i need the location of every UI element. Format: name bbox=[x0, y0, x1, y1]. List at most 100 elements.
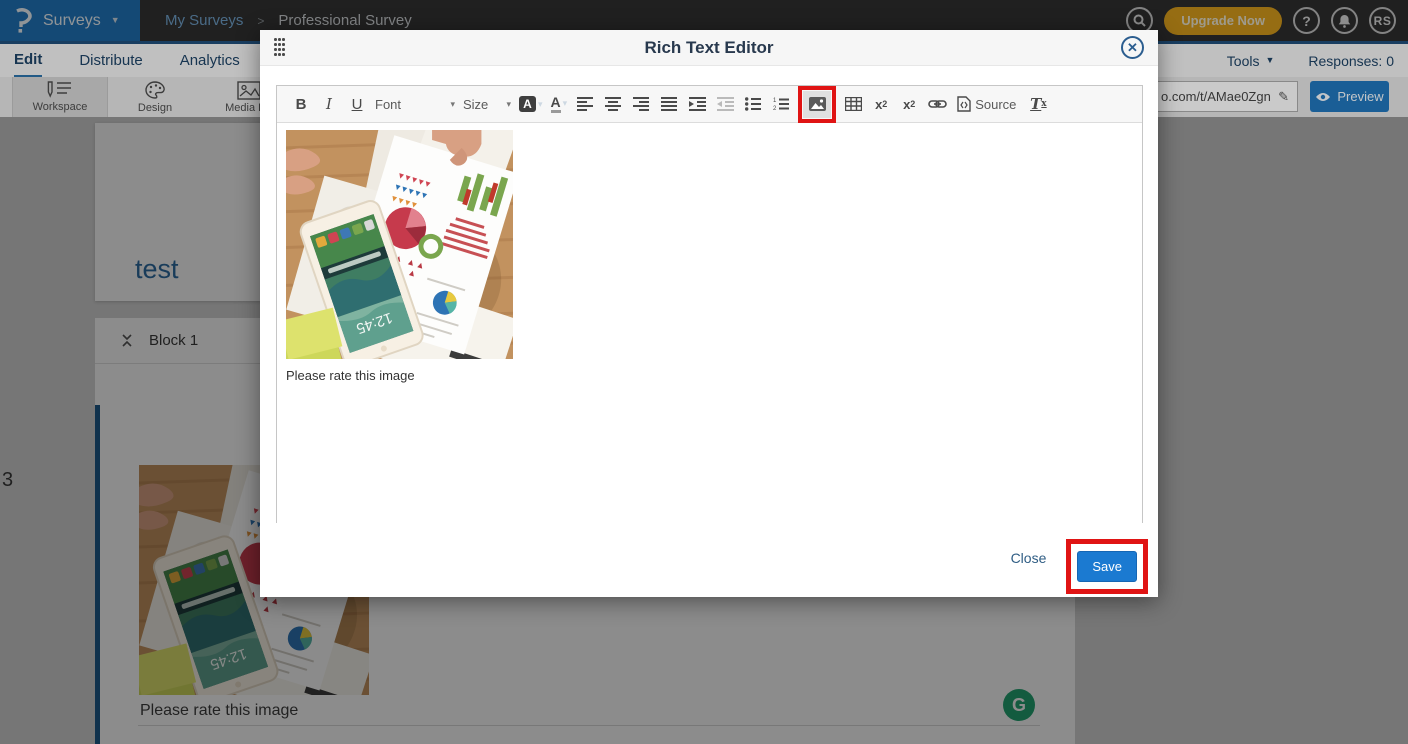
chevron-down-icon: ▼ bbox=[111, 16, 120, 25]
product-switcher[interactable]: Surveys ▼ bbox=[0, 0, 140, 41]
justify-icon bbox=[661, 97, 677, 111]
grammarly-glyph: G bbox=[1012, 695, 1026, 716]
size-label: Size bbox=[463, 97, 488, 112]
block-label: Block 1 bbox=[149, 332, 198, 349]
tools-menu[interactable]: Tools ▼ bbox=[1227, 53, 1275, 69]
text-color-button[interactable]: A ▾ bbox=[551, 95, 568, 113]
rich-text-editor-modal: Rich Text Editor ✕ B I U Font ▾ Size ▾ A… bbox=[260, 30, 1158, 597]
underline-button[interactable]: U bbox=[345, 90, 370, 118]
chevron-down-icon: ▾ bbox=[506, 100, 511, 109]
font-label: Font bbox=[375, 97, 401, 112]
notifications-button[interactable] bbox=[1331, 7, 1358, 34]
ribbon-item-workspace[interactable]: Workspace bbox=[12, 77, 108, 117]
subscript-glyph: x bbox=[875, 97, 882, 112]
divider bbox=[138, 725, 1040, 726]
superscript-button[interactable]: x2 bbox=[897, 90, 922, 118]
question-number: 3 bbox=[2, 469, 13, 492]
close-icon[interactable]: ✕ bbox=[1121, 36, 1144, 59]
modal-header: Rich Text Editor ✕ bbox=[260, 30, 1158, 66]
size-dropdown[interactable]: Size ▾ bbox=[463, 91, 511, 117]
eye-icon bbox=[1315, 92, 1331, 102]
ribbon-item-design[interactable]: Design bbox=[108, 77, 202, 117]
survey-title-text[interactable]: test bbox=[135, 254, 179, 285]
remove-format-button[interactable]: Tx bbox=[1026, 90, 1051, 118]
outdent-button bbox=[713, 90, 738, 118]
image-icon bbox=[809, 97, 826, 111]
save-button[interactable]: Save bbox=[1077, 551, 1137, 582]
tab-edit[interactable]: Edit bbox=[14, 44, 42, 77]
breadcrumb-my-surveys[interactable]: My Surveys bbox=[165, 12, 243, 29]
user-avatar[interactable]: RS bbox=[1369, 7, 1396, 34]
tab-distribute[interactable]: Distribute bbox=[79, 44, 142, 77]
insert-table-button[interactable] bbox=[841, 90, 866, 118]
text-color-icon: A bbox=[551, 95, 561, 113]
svg-text:1: 1 bbox=[773, 98, 777, 104]
background-color-button[interactable]: A ▾ bbox=[519, 96, 543, 112]
preview-label: Preview bbox=[1337, 89, 1383, 104]
bold-button[interactable]: B bbox=[289, 90, 314, 118]
preview-button[interactable]: Preview bbox=[1310, 81, 1389, 112]
content-text[interactable]: Please rate this image bbox=[286, 368, 1133, 383]
italic-button[interactable]: I bbox=[317, 90, 342, 118]
modal-title: Rich Text Editor bbox=[260, 30, 1158, 66]
collapse-block-icon[interactable] bbox=[122, 334, 132, 347]
insert-link-button[interactable] bbox=[925, 90, 950, 118]
breadcrumb-current-survey: Professional Survey bbox=[278, 12, 411, 29]
justify-button[interactable] bbox=[657, 90, 682, 118]
indent-button[interactable] bbox=[685, 90, 710, 118]
share-url-field[interactable]: o.com/t/AMae0Zgn ✎ bbox=[1152, 81, 1298, 112]
remove-format-sub: x bbox=[1041, 99, 1046, 109]
rte-toolbar: B I U Font ▾ Size ▾ A ▾ A ▾ bbox=[277, 86, 1142, 123]
bullet-list-icon bbox=[745, 97, 761, 111]
question-text: Please rate this image bbox=[140, 702, 298, 720]
grammarly-icon[interactable]: G bbox=[1003, 689, 1035, 721]
source-label: Source bbox=[975, 97, 1016, 112]
numbered-list-button[interactable]: 12 bbox=[769, 90, 794, 118]
bell-icon bbox=[1338, 14, 1351, 28]
outdent-icon bbox=[717, 97, 734, 111]
help-button[interactable]: ? bbox=[1293, 7, 1320, 34]
link-icon bbox=[928, 98, 947, 110]
edit-url-pencil-icon[interactable]: ✎ bbox=[1278, 89, 1289, 105]
svg-text:2: 2 bbox=[773, 106, 777, 111]
chevron-down-icon: ▾ bbox=[450, 100, 455, 109]
chevron-down-icon: ▾ bbox=[563, 99, 568, 108]
responses-count: Responses: 0 bbox=[1308, 53, 1394, 69]
ribbon-label: Design bbox=[138, 102, 172, 114]
align-left-icon bbox=[577, 97, 593, 111]
breadcrumb-separator: > bbox=[257, 14, 264, 28]
product-name: Surveys bbox=[43, 12, 101, 30]
ribbon-label: Workspace bbox=[33, 101, 88, 113]
insert-image-button[interactable] bbox=[803, 91, 831, 118]
numbered-list-icon: 12 bbox=[773, 97, 789, 111]
bullet-list-button[interactable] bbox=[741, 90, 766, 118]
superscript-glyph: x bbox=[903, 97, 910, 112]
search-icon bbox=[1133, 14, 1146, 27]
workspace-icon bbox=[47, 81, 73, 99]
app-window: Surveys ▼ My Surveys > Professional Surv… bbox=[0, 0, 1408, 744]
superscript-digit: 2 bbox=[910, 99, 915, 109]
align-right-icon bbox=[633, 97, 649, 111]
font-dropdown[interactable]: Font ▾ bbox=[375, 91, 455, 117]
editor-content[interactable]: Please rate this image bbox=[277, 123, 1142, 523]
tools-label: Tools bbox=[1227, 53, 1260, 69]
tab-analytics[interactable]: Analytics bbox=[180, 44, 240, 77]
align-center-button[interactable] bbox=[601, 90, 626, 118]
close-button[interactable]: Close bbox=[1011, 550, 1047, 566]
remove-format-glyph: T bbox=[1030, 95, 1041, 113]
align-right-button[interactable] bbox=[629, 90, 654, 118]
subscript-button[interactable]: x2 bbox=[869, 90, 894, 118]
modal-footer: Close Save bbox=[1011, 539, 1148, 594]
help-glyph: ? bbox=[1302, 13, 1311, 29]
align-left-button[interactable] bbox=[573, 90, 598, 118]
upgrade-now-button[interactable]: Upgrade Now bbox=[1164, 7, 1282, 35]
source-button[interactable]: Source bbox=[957, 90, 1016, 118]
save-button-highlight: Save bbox=[1066, 539, 1148, 594]
chevron-down-icon: ▼ bbox=[1265, 56, 1274, 65]
media-library-icon bbox=[237, 81, 261, 100]
content-image[interactable] bbox=[286, 130, 513, 359]
design-palette-icon bbox=[144, 81, 166, 100]
table-icon bbox=[845, 97, 862, 111]
indent-icon bbox=[689, 97, 706, 111]
chevron-down-icon: ▾ bbox=[538, 100, 543, 109]
